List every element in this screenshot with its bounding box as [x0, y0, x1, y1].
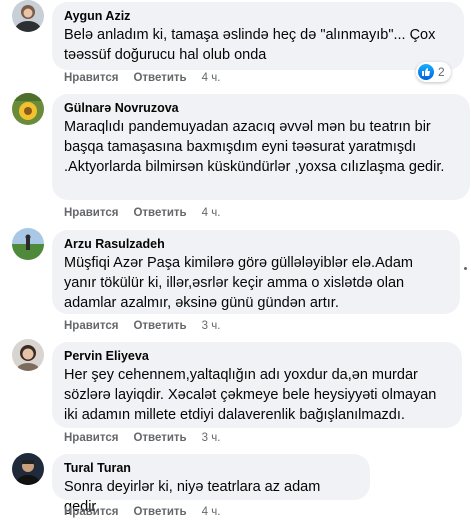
comment-text: Maraqlıdı pandemuyadan azacıq əvvəl mən …: [64, 119, 445, 175]
comment-bubble: Arzu Rasulzadeh Müşfiqi Azər Paşa kimilə…: [52, 230, 460, 314]
like-link[interactable]: Нравится: [64, 430, 118, 446]
more-options-icon[interactable]: [464, 267, 467, 270]
timestamp[interactable]: 3 ч.: [202, 318, 221, 334]
avatar[interactable]: [12, 0, 44, 32]
comment-actions: Нравится Ответить 4 ч.: [64, 70, 220, 86]
like-icon: [418, 64, 434, 80]
like-link[interactable]: Нравится: [64, 318, 118, 334]
comment-actions: Нравится Ответить 3 ч.: [64, 430, 220, 446]
like-link[interactable]: Нравится: [64, 504, 118, 520]
comment-author[interactable]: Gülnarə Novruzova: [64, 100, 458, 116]
comment-text: Müşfiqi Azər Paşa kimilərə görə güllələy…: [64, 255, 413, 311]
timestamp[interactable]: 4 ч.: [202, 504, 221, 520]
comment-bubble: Aygun Aziz Belə anladım ki, tamaşa əslin…: [52, 2, 464, 70]
timestamp[interactable]: 4 ч.: [202, 205, 221, 221]
comment-author[interactable]: Tural Turan: [64, 460, 358, 476]
comment-author[interactable]: Arzu Rasulzadeh: [64, 236, 448, 252]
reaction-number: 2: [438, 65, 445, 79]
reply-link[interactable]: Ответить: [133, 70, 186, 86]
reply-link[interactable]: Ответить: [133, 205, 186, 221]
reply-link[interactable]: Ответить: [133, 504, 186, 520]
comment-actions: Нравится Ответить 4 ч.: [64, 205, 220, 221]
comment-bubble: Gülnarə Novruzova Maraqlıdı pandemuyadan…: [52, 94, 470, 200]
comment-actions: Нравится Ответить 3 ч.: [64, 318, 220, 334]
comment-actions: Нравится Ответить 4 ч.: [64, 504, 220, 520]
reply-link[interactable]: Ответить: [133, 430, 186, 446]
comment-text: Her şey cehennem,yaltaqlığın adı yoxdur …: [64, 367, 437, 423]
like-link[interactable]: Нравится: [64, 70, 118, 86]
comment-text: Belə anladım ki, tamaşa əslində heç də "…: [64, 27, 436, 63]
timestamp[interactable]: 3 ч.: [202, 430, 221, 446]
comment-author[interactable]: Aygun Aziz: [64, 8, 452, 24]
avatar[interactable]: [12, 453, 44, 485]
timestamp[interactable]: 4 ч.: [202, 70, 221, 86]
comment-bubble: Pervin Eliyeva Her şey cehennem,yaltaqlı…: [52, 342, 462, 428]
avatar[interactable]: [12, 339, 44, 371]
reply-link[interactable]: Ответить: [133, 318, 186, 334]
avatar[interactable]: [12, 93, 44, 125]
comment-author[interactable]: Pervin Eliyeva: [64, 348, 450, 364]
like-link[interactable]: Нравится: [64, 205, 118, 221]
avatar[interactable]: [12, 228, 44, 260]
comment-bubble: Tural Turan Sonra deyirlər ki, niyə teat…: [52, 454, 370, 515]
reaction-count[interactable]: 2: [416, 62, 451, 82]
